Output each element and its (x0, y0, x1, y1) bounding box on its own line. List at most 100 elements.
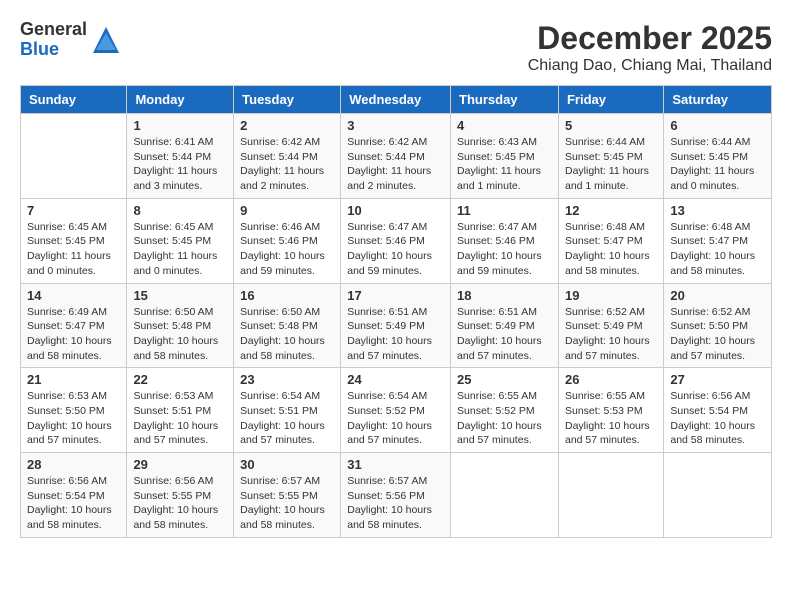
day-number: 9 (240, 203, 334, 218)
calendar-cell: 29Sunrise: 6:56 AMSunset: 5:55 PMDayligh… (127, 453, 234, 538)
cell-content: Sunrise: 6:42 AMSunset: 5:44 PMDaylight:… (240, 135, 334, 194)
cell-content: Sunrise: 6:41 AMSunset: 5:44 PMDaylight:… (133, 135, 227, 194)
cell-content: Sunrise: 6:53 AMSunset: 5:51 PMDaylight:… (133, 389, 227, 448)
cell-content: Sunrise: 6:53 AMSunset: 5:50 PMDaylight:… (27, 389, 120, 448)
week-row-1: 1 Sunrise: 6:41 AMSunset: 5:44 PMDaylight… (21, 114, 772, 199)
day-number: 10 (347, 203, 444, 218)
day-number: 26 (565, 372, 657, 387)
cell-content: Sunrise: 6:55 AMSunset: 5:53 PMDaylight:… (565, 389, 657, 448)
calendar-cell: 30Sunrise: 6:57 AMSunset: 5:55 PMDayligh… (234, 453, 341, 538)
calendar-cell: 21 Sunrise: 6:53 AMSunset: 5:50 PMDayligh… (21, 368, 127, 453)
day-number: 15 (133, 288, 227, 303)
calendar-cell: 18 Sunrise: 6:51 AMSunset: 5:49 PMDayligh… (451, 283, 559, 368)
day-number: 24 (347, 372, 444, 387)
calendar-cell: 3Sunrise: 6:42 AMSunset: 5:44 PMDaylight… (341, 114, 451, 199)
day-number: 27 (670, 372, 765, 387)
calendar-cell: 9 Sunrise: 6:46 AMSunset: 5:46 PMDaylight… (234, 198, 341, 283)
day-number: 1 (133, 118, 227, 133)
location-title: Chiang Dao, Chiang Mai, Thailand (528, 57, 772, 75)
cell-content: Sunrise: 6:54 AMSunset: 5:52 PMDaylight:… (347, 389, 444, 448)
calendar-cell: 7Sunrise: 6:45 AMSunset: 5:45 PMDaylight… (21, 198, 127, 283)
calendar-cell: 16 Sunrise: 6:50 AMSunset: 5:48 PMDayligh… (234, 283, 341, 368)
calendar-cell: 22 Sunrise: 6:53 AMSunset: 5:51 PMDayligh… (127, 368, 234, 453)
calendar-body: 1 Sunrise: 6:41 AMSunset: 5:44 PMDaylight… (21, 114, 772, 538)
cell-content: Sunrise: 6:49 AMSunset: 5:47 PMDaylight:… (27, 305, 120, 364)
cell-content: Sunrise: 6:56 AMSunset: 5:55 PMDaylight:… (133, 474, 227, 533)
calendar-cell (558, 453, 663, 538)
day-number: 16 (240, 288, 334, 303)
calendar-cell: 2 Sunrise: 6:42 AMSunset: 5:44 PMDaylight… (234, 114, 341, 199)
cell-content: Sunrise: 6:50 AMSunset: 5:48 PMDaylight:… (240, 305, 334, 364)
calendar-cell: 11Sunrise: 6:47 AMSunset: 5:46 PMDayligh… (451, 198, 559, 283)
day-number: 12 (565, 203, 657, 218)
day-number: 3 (347, 118, 444, 133)
day-number: 8 (133, 203, 227, 218)
cell-content: Sunrise: 6:55 AMSunset: 5:52 PMDaylight:… (457, 389, 552, 448)
day-number: 23 (240, 372, 334, 387)
day-number: 4 (457, 118, 552, 133)
day-number: 21 (27, 372, 120, 387)
calendar-cell: 24 Sunrise: 6:54 AMSunset: 5:52 PMDayligh… (341, 368, 451, 453)
cell-content: Sunrise: 6:52 AMSunset: 5:50 PMDaylight:… (670, 305, 765, 364)
calendar-cell: 5 Sunrise: 6:44 AMSunset: 5:45 PMDaylight… (558, 114, 663, 199)
calendar-cell (451, 453, 559, 538)
day-header-sunday: Sunday (21, 86, 127, 114)
cell-content: Sunrise: 6:45 AMSunset: 5:45 PMDaylight:… (133, 220, 227, 279)
cell-content: Sunrise: 6:48 AMSunset: 5:47 PMDaylight:… (565, 220, 657, 279)
day-header-thursday: Thursday (451, 86, 559, 114)
days-header-row: SundayMondayTuesdayWednesdayThursdayFrid… (21, 86, 772, 114)
cell-content: Sunrise: 6:54 AMSunset: 5:51 PMDaylight:… (240, 389, 334, 448)
calendar-cell: 4 Sunrise: 6:43 AMSunset: 5:45 PMDaylight… (451, 114, 559, 199)
logo-general: General (20, 20, 87, 40)
week-row-4: 21 Sunrise: 6:53 AMSunset: 5:50 PMDayligh… (21, 368, 772, 453)
cell-content: Sunrise: 6:44 AMSunset: 5:45 PMDaylight:… (670, 135, 765, 194)
page-header: General Blue December 2025 Chiang Dao, C… (20, 20, 772, 75)
cell-content: Sunrise: 6:46 AMSunset: 5:46 PMDaylight:… (240, 220, 334, 279)
cell-content: Sunrise: 6:47 AMSunset: 5:46 PMDaylight:… (457, 220, 552, 279)
calendar-cell: 12 Sunrise: 6:48 AMSunset: 5:47 PMDayligh… (558, 198, 663, 283)
cell-content: Sunrise: 6:48 AMSunset: 5:47 PMDaylight:… (670, 220, 765, 279)
calendar-cell: 15 Sunrise: 6:50 AMSunset: 5:48 PMDayligh… (127, 283, 234, 368)
day-number: 19 (565, 288, 657, 303)
day-header-saturday: Saturday (664, 86, 772, 114)
month-title: December 2025 (528, 20, 772, 57)
calendar-cell: 13 Sunrise: 6:48 AMSunset: 5:47 PMDayligh… (664, 198, 772, 283)
calendar-cell: 6 Sunrise: 6:44 AMSunset: 5:45 PMDaylight… (664, 114, 772, 199)
cell-content: Sunrise: 6:44 AMSunset: 5:45 PMDaylight:… (565, 135, 657, 194)
cell-content: Sunrise: 6:50 AMSunset: 5:48 PMDaylight:… (133, 305, 227, 364)
week-row-5: 28Sunrise: 6:56 AMSunset: 5:54 PMDayligh… (21, 453, 772, 538)
day-number: 14 (27, 288, 120, 303)
calendar-cell: 17 Sunrise: 6:51 AMSunset: 5:49 PMDayligh… (341, 283, 451, 368)
week-row-2: 7Sunrise: 6:45 AMSunset: 5:45 PMDaylight… (21, 198, 772, 283)
cell-content: Sunrise: 6:51 AMSunset: 5:49 PMDaylight:… (347, 305, 444, 364)
logo: General Blue (20, 20, 121, 60)
calendar-cell: 14 Sunrise: 6:49 AMSunset: 5:47 PMDayligh… (21, 283, 127, 368)
calendar-cell: 8 Sunrise: 6:45 AMSunset: 5:45 PMDaylight… (127, 198, 234, 283)
calendar-cell: 20Sunrise: 6:52 AMSunset: 5:50 PMDayligh… (664, 283, 772, 368)
cell-content: Sunrise: 6:45 AMSunset: 5:45 PMDaylight:… (27, 220, 120, 279)
day-header-wednesday: Wednesday (341, 86, 451, 114)
cell-content: Sunrise: 6:56 AMSunset: 5:54 PMDaylight:… (670, 389, 765, 448)
calendar-cell: 25Sunrise: 6:55 AMSunset: 5:52 PMDayligh… (451, 368, 559, 453)
day-number: 13 (670, 203, 765, 218)
cell-content: Sunrise: 6:56 AMSunset: 5:54 PMDaylight:… (27, 474, 120, 533)
day-header-tuesday: Tuesday (234, 86, 341, 114)
calendar-cell: 23 Sunrise: 6:54 AMSunset: 5:51 PMDayligh… (234, 368, 341, 453)
day-number: 5 (565, 118, 657, 133)
calendar-cell (664, 453, 772, 538)
day-number: 6 (670, 118, 765, 133)
calendar-cell: 27 Sunrise: 6:56 AMSunset: 5:54 PMDayligh… (664, 368, 772, 453)
calendar-cell: 31Sunrise: 6:57 AMSunset: 5:56 PMDayligh… (341, 453, 451, 538)
day-number: 30 (240, 457, 334, 472)
logo-icon (91, 25, 121, 55)
day-number: 22 (133, 372, 227, 387)
day-number: 17 (347, 288, 444, 303)
calendar-cell: 10Sunrise: 6:47 AMSunset: 5:46 PMDayligh… (341, 198, 451, 283)
day-number: 2 (240, 118, 334, 133)
calendar-table: SundayMondayTuesdayWednesdayThursdayFrid… (20, 85, 772, 538)
calendar-cell: 26 Sunrise: 6:55 AMSunset: 5:53 PMDayligh… (558, 368, 663, 453)
cell-content: Sunrise: 6:51 AMSunset: 5:49 PMDaylight:… (457, 305, 552, 364)
day-number: 18 (457, 288, 552, 303)
cell-content: Sunrise: 6:43 AMSunset: 5:45 PMDaylight:… (457, 135, 552, 194)
logo-blue: Blue (20, 40, 87, 60)
